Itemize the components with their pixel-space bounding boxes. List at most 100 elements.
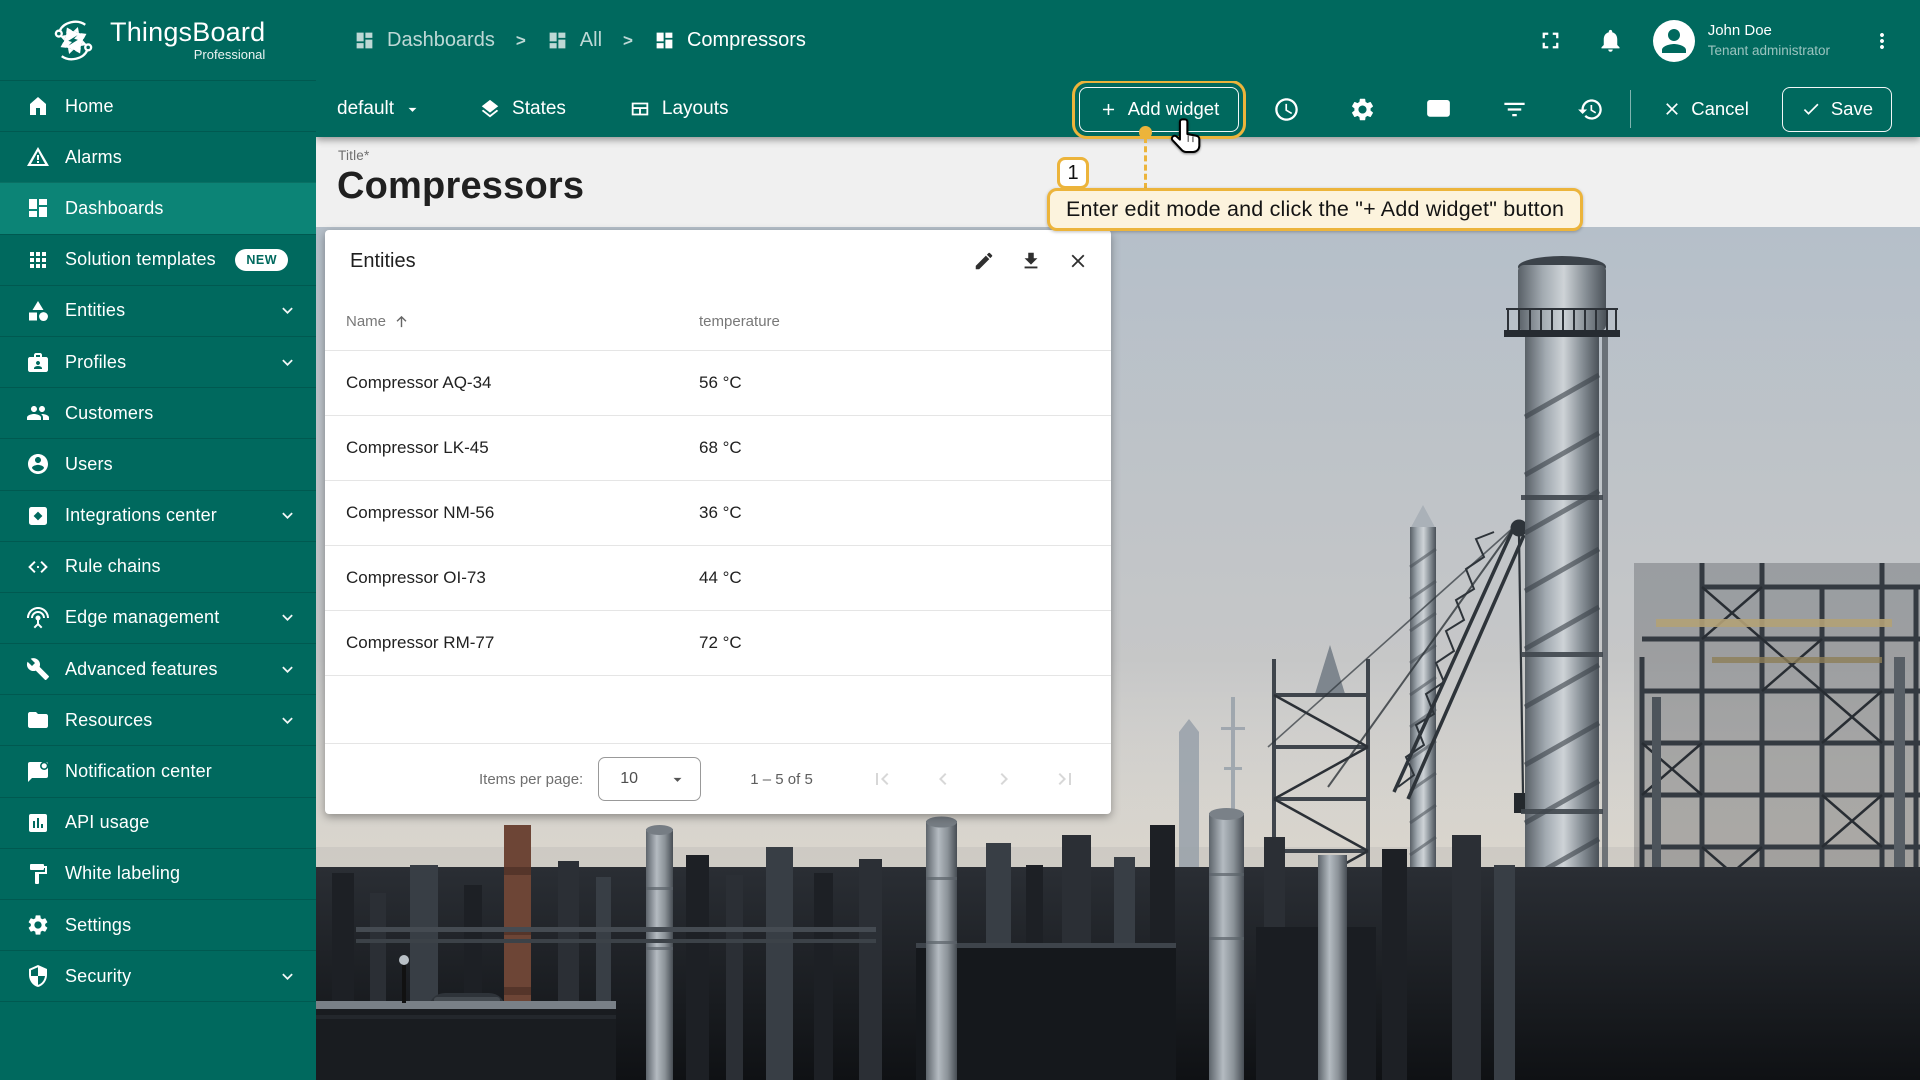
- pagination-controls: [870, 767, 1077, 791]
- cell-temperature: 72 °C: [699, 633, 742, 653]
- sidebar-item[interactable]: Users: [0, 438, 316, 489]
- chevron-down-icon[interactable]: [277, 607, 298, 628]
- chevron-down-icon[interactable]: [277, 710, 298, 731]
- sidebar-item-icon: [26, 452, 50, 476]
- breadcrumb-item[interactable]: > All: [495, 29, 602, 52]
- cell-temperature: 36 °C: [699, 503, 742, 523]
- add-widget-button[interactable]: Add widget: [1079, 87, 1240, 132]
- previous-page-icon[interactable]: [931, 767, 955, 791]
- breadcrumb-item[interactable]: > Compressors: [602, 29, 806, 52]
- sort-asc-arrow-icon: [393, 313, 410, 330]
- cell-temperature: 56 °C: [699, 373, 742, 393]
- top-bar: Dashboards > All > Compressors: [316, 0, 1920, 81]
- next-page-icon[interactable]: [992, 767, 1016, 791]
- cancel-button[interactable]: Cancel: [1662, 98, 1749, 120]
- dashboard-settings-gear-icon[interactable]: [1349, 96, 1376, 123]
- chevron-down-icon[interactable]: [277, 352, 298, 373]
- sidebar-item[interactable]: Dashboards: [0, 182, 316, 233]
- breadcrumb-item[interactable]: Dashboards: [354, 29, 495, 52]
- manage-layouts-icon[interactable]: [1425, 96, 1452, 123]
- layout-select[interactable]: default: [337, 98, 422, 120]
- chevron-down-icon[interactable]: [277, 966, 298, 987]
- cell-entity-name: Compressor OI-73: [346, 568, 699, 588]
- person-icon: [1656, 23, 1692, 59]
- title-field-input[interactable]: Compressors: [337, 165, 584, 208]
- sidebar-item[interactable]: Notification center: [0, 745, 316, 796]
- download-icon[interactable]: [1020, 250, 1042, 272]
- app-logo[interactable]: ThingsBoard Professional: [0, 0, 316, 80]
- states-button[interactable]: States: [479, 98, 566, 120]
- sidebar-item[interactable]: Settings: [0, 899, 316, 950]
- column-name-label: Name: [346, 313, 386, 330]
- layouts-label: Layouts: [662, 98, 729, 120]
- cell-temperature: 44 °C: [699, 568, 742, 588]
- states-label: States: [512, 98, 566, 120]
- time-window-icon[interactable]: [1273, 96, 1300, 123]
- sidebar-item[interactable]: Customers: [0, 387, 316, 438]
- caret-down-icon: [403, 100, 422, 119]
- sidebar-item[interactable]: API usage: [0, 797, 316, 848]
- layouts-button[interactable]: Layouts: [629, 98, 729, 120]
- first-page-icon[interactable]: [870, 767, 894, 791]
- breadcrumb-label: All: [580, 29, 602, 52]
- table-row[interactable]: Compressor AQ-34 56 °C: [325, 350, 1111, 415]
- sidebar-item-label: Settings: [65, 915, 298, 936]
- sidebar-item[interactable]: White labeling: [0, 848, 316, 899]
- breadcrumb-label: Dashboards: [387, 29, 495, 52]
- table-row[interactable]: Compressor LK-45 68 °C: [325, 415, 1111, 480]
- table-row[interactable]: Compressor OI-73 44 °C: [325, 545, 1111, 610]
- chevron-down-icon[interactable]: [277, 300, 298, 321]
- last-page-icon[interactable]: [1053, 767, 1077, 791]
- sidebar-item[interactable]: Entities: [0, 285, 316, 336]
- close-icon[interactable]: [1067, 250, 1089, 272]
- thingsboard-logo-icon: [50, 17, 97, 64]
- thingsboard-app: ThingsBoard Professional Home Alarms: [0, 0, 1920, 1080]
- sidebar-item-icon: [26, 913, 50, 937]
- sidebar-item-icon: [26, 606, 50, 630]
- sidebar-item[interactable]: Integrations center: [0, 490, 316, 541]
- save-button[interactable]: Save: [1782, 87, 1892, 132]
- sidebar-item-icon: [26, 145, 50, 169]
- sidebar-item-label: Advanced features: [65, 659, 277, 680]
- user-role: Tenant administrator: [1708, 42, 1830, 60]
- sidebar: ThingsBoard Professional Home Alarms: [0, 0, 316, 1080]
- column-header-temperature[interactable]: temperature: [699, 313, 780, 330]
- sidebar-item[interactable]: Security: [0, 950, 316, 1001]
- user-info[interactable]: John Doe Tenant administrator: [1708, 21, 1830, 59]
- sidebar-item-label: Rule chains: [65, 556, 298, 577]
- sidebar-item[interactable]: Advanced features: [0, 643, 316, 694]
- top-bar-actions: John Doe Tenant administrator: [1537, 20, 1920, 62]
- sidebar-item[interactable]: Resources: [0, 694, 316, 745]
- dashboard-grid-icon: [654, 30, 675, 51]
- items-per-page-select[interactable]: 10: [598, 757, 701, 801]
- sidebar-item-label: Security: [65, 966, 277, 987]
- column-header-name[interactable]: Name: [346, 313, 699, 330]
- avatar[interactable]: [1653, 20, 1695, 62]
- caret-down-icon: [668, 770, 687, 789]
- sidebar-item[interactable]: Solution templates NEW: [0, 234, 316, 285]
- fullscreen-icon[interactable]: [1537, 27, 1564, 54]
- sidebar-item[interactable]: Edge management: [0, 592, 316, 643]
- sidebar-item[interactable]: Home: [0, 80, 316, 131]
- sidebar-item-icon: [26, 555, 50, 579]
- table-row[interactable]: Compressor RM-77 72 °C: [325, 610, 1111, 675]
- table-row[interactable]: Compressor NM-56 36 °C: [325, 480, 1111, 545]
- chevron-down-icon[interactable]: [277, 659, 298, 680]
- version-control-history-icon[interactable]: [1577, 96, 1604, 123]
- sidebar-item-label: API usage: [65, 812, 298, 833]
- entity-filters-icon[interactable]: [1501, 96, 1528, 123]
- sidebar-item[interactable]: Profiles: [0, 336, 316, 387]
- kebab-menu-icon[interactable]: [1870, 29, 1894, 53]
- sidebar-item[interactable]: Rule chains: [0, 541, 316, 592]
- callout-tooltip: Enter edit mode and click the "+ Add wid…: [1047, 188, 1583, 231]
- items-per-page-value: 10: [620, 770, 638, 788]
- cell-entity-name: Compressor NM-56: [346, 503, 699, 523]
- dashboard-grid-icon: [354, 30, 375, 51]
- layout-select-value: default: [337, 98, 394, 120]
- table-body: Compressor AQ-34 56 °C Compressor LK-45 …: [325, 350, 1111, 676]
- chevron-down-icon[interactable]: [277, 505, 298, 526]
- edit-pencil-icon[interactable]: [973, 250, 995, 272]
- sidebar-item[interactable]: Alarms: [0, 131, 316, 182]
- app-edition: Professional: [194, 47, 266, 62]
- notifications-bell-icon[interactable]: [1597, 27, 1624, 54]
